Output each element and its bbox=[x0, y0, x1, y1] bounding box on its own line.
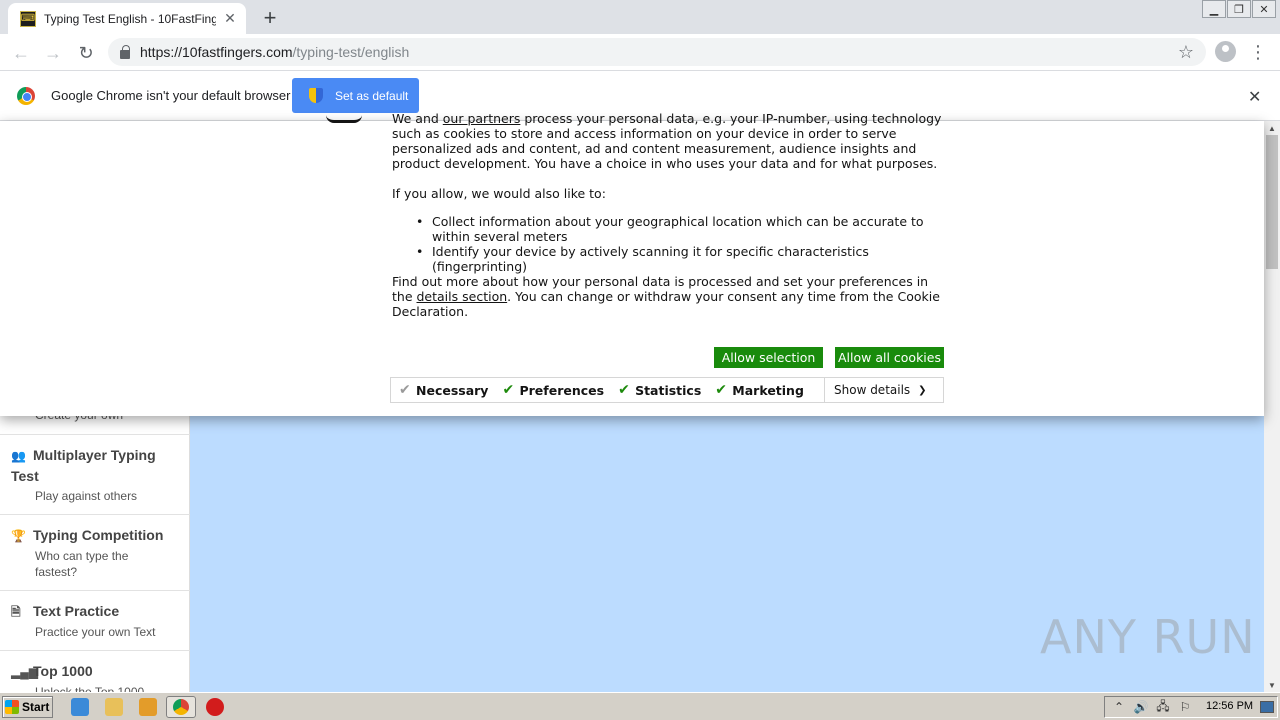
chevron-down-icon: ❯ bbox=[918, 384, 927, 396]
cookie-category-bar: ✔ Necessary ✔ Preferences ✔ Statistics ✔ Mar… bbox=[390, 377, 944, 403]
folder-icon[interactable] bbox=[105, 698, 123, 716]
new-tab-button[interactable]: + bbox=[258, 5, 282, 30]
set-default-label: Set as default bbox=[335, 88, 409, 103]
checkbox-necessary[interactable]: ✔ Necessary bbox=[399, 382, 488, 398]
profile-avatar[interactable] bbox=[1215, 41, 1236, 62]
cookie-consent-dialog: We and our partners process your persona… bbox=[0, 111, 1264, 416]
signal-icon: ▂▄▆ bbox=[11, 665, 38, 679]
consent-bullet: Identify your device by actively scannin… bbox=[416, 244, 942, 274]
sidebar-item-top-1000[interactable]: ▂▄▆Top 1000 Unlock the Top 1000 bbox=[0, 650, 190, 692]
reload-button[interactable]: ↻ bbox=[73, 40, 99, 66]
tab-title: Typing Test English - 10FastFingers bbox=[44, 11, 216, 26]
document-icon: 🗎 bbox=[11, 605, 21, 619]
chrome-taskbar-button[interactable] bbox=[166, 696, 196, 718]
flag-icon[interactable]: ⚐ bbox=[1177, 699, 1193, 715]
consent-paragraph-1: We and our partners process your persona… bbox=[392, 111, 947, 171]
page-scrollbar[interactable]: ▲ ▼ bbox=[1264, 121, 1280, 692]
allow-all-cookies-button[interactable]: Allow all cookies bbox=[835, 347, 944, 368]
windows-logo-icon bbox=[5, 700, 19, 714]
sidebar-item-sub: Practice your own Text bbox=[35, 625, 156, 639]
show-desktop-icon[interactable] bbox=[1260, 701, 1274, 713]
consent-bullets: Collect information about your geographi… bbox=[416, 214, 942, 274]
checkmark-icon: ✔ bbox=[618, 382, 630, 398]
show-details-label: Show details bbox=[834, 383, 911, 397]
menu-icon[interactable]: ⋮ bbox=[1249, 40, 1267, 64]
clock: 12:56 PM bbox=[1206, 700, 1254, 712]
network-icon[interactable]: 🖧 bbox=[1155, 699, 1171, 715]
allow-selection-button[interactable]: Allow selection bbox=[714, 347, 823, 368]
url-path: /typing-test/english bbox=[292, 44, 410, 60]
checkmark-icon: ✔ bbox=[399, 382, 411, 398]
users-icon: 👥 bbox=[11, 449, 26, 463]
checkmark-icon: ✔ bbox=[715, 382, 728, 398]
windows-taskbar: Start ⌃ 🔊 🖧 ⚐ 12:56 PM bbox=[0, 692, 1280, 720]
start-label: Start bbox=[22, 700, 50, 714]
back-button[interactable]: ← bbox=[8, 40, 34, 66]
sidebar-item-title: Multiplayer Typing Test bbox=[11, 447, 156, 484]
sidebar-item-title: Typing Competition bbox=[33, 527, 164, 543]
scroll-up-icon[interactable]: ▲ bbox=[1264, 121, 1280, 135]
sidebar-item-sub: Play against others bbox=[35, 489, 138, 503]
tab-strip: ⌨ Typing Test English - 10FastFingers ✕ … bbox=[0, 0, 1280, 34]
close-icon[interactable]: ✕ bbox=[222, 10, 238, 27]
checkbox-marketing[interactable]: ✔ Marketing bbox=[715, 382, 804, 398]
bookmark-star-icon[interactable]: ☆ bbox=[1178, 42, 1194, 63]
consent-text: We and bbox=[392, 111, 443, 126]
url-host: https://10fastfingers.com bbox=[140, 44, 293, 60]
sidebar-item-sub: Who can type the fastest? bbox=[35, 549, 129, 579]
volume-icon[interactable]: 🔊 bbox=[1133, 699, 1149, 715]
scroll-down-icon[interactable]: ▼ bbox=[1264, 678, 1280, 692]
browser-toolbar: ← → ↻ https://10fastfingers.com/typing-t… bbox=[0, 34, 1280, 71]
scroll-thumb[interactable] bbox=[1266, 135, 1278, 269]
stop-icon[interactable] bbox=[206, 698, 224, 716]
anyrun-watermark: ANY RUN bbox=[1040, 610, 1256, 664]
start-button[interactable]: Start bbox=[2, 696, 53, 718]
expand-tray-icon[interactable]: ⌃ bbox=[1111, 699, 1127, 715]
trophy-icon: 🏆 bbox=[11, 529, 26, 543]
sidebar-item-multiplayer[interactable]: 👥 Multiplayer Typing Test Play against ot… bbox=[0, 434, 190, 514]
sidebar-item-title: Text Practice bbox=[33, 603, 120, 619]
sidebar: Create your own 👥Multiplayer Typing Test… bbox=[0, 408, 190, 692]
checkbox-statistics[interactable]: ✔ Statistics bbox=[618, 382, 701, 398]
forward-button[interactable]: → bbox=[40, 40, 66, 66]
chrome-icon bbox=[173, 699, 189, 715]
sidebar-item-sub: Unlock the Top 1000 bbox=[35, 685, 145, 692]
consent-paragraph-3: Find out more about how your personal da… bbox=[392, 274, 947, 319]
partners-link[interactable]: our partners bbox=[443, 111, 521, 126]
infobar-close-icon[interactable]: ✕ bbox=[1248, 87, 1261, 107]
restore-button[interactable]: ❐ bbox=[1227, 0, 1251, 18]
cookiebot-logo bbox=[326, 115, 362, 123]
checkbox-label: Marketing bbox=[732, 382, 804, 398]
checkbox-label: Statistics bbox=[635, 382, 702, 398]
checkbox-label: Preferences bbox=[519, 382, 605, 398]
chrome-logo-icon bbox=[17, 87, 35, 105]
close-window-button[interactable]: ✕ bbox=[1252, 0, 1276, 18]
browser-tab[interactable]: ⌨ Typing Test English - 10FastFingers ✕ bbox=[8, 3, 246, 34]
checkbox-label: Necessary bbox=[416, 382, 489, 398]
ie-icon[interactable] bbox=[71, 698, 89, 716]
consent-bullet: Collect information about your geographi… bbox=[416, 214, 942, 244]
sidebar-item-competition[interactable]: 🏆 Typing Competition Who can type the fas… bbox=[0, 514, 190, 590]
set-default-button[interactable]: Set as default bbox=[292, 78, 419, 113]
consent-paragraph-2: If you allow, we would also like to: bbox=[392, 186, 606, 201]
media-player-icon[interactable] bbox=[139, 698, 157, 716]
minimize-button[interactable]: ▁ bbox=[1202, 0, 1226, 18]
details-section-link[interactable]: details section bbox=[417, 289, 508, 304]
keyboard-icon: ⌨ bbox=[20, 10, 36, 27]
infobar-message: Google Chrome isn't your default browser bbox=[51, 88, 291, 103]
checkmark-icon: ✔ bbox=[502, 382, 515, 398]
checkbox-preferences[interactable]: ✔ Preferences bbox=[502, 382, 604, 398]
sidebar-item-text-practice[interactable]: 🗎 Text Practice Practice your own Text bbox=[0, 590, 190, 650]
window-controls: ▁ ❐ ✕ bbox=[1202, 0, 1276, 18]
address-bar[interactable]: https://10fastfingers.com/typing-test/en… bbox=[108, 38, 1206, 66]
lock-icon[interactable] bbox=[120, 44, 130, 59]
shield-icon bbox=[309, 88, 323, 103]
show-details-toggle[interactable]: Show details ❯ bbox=[824, 378, 944, 402]
sidebar-item-title: Top 1000 bbox=[33, 663, 93, 679]
